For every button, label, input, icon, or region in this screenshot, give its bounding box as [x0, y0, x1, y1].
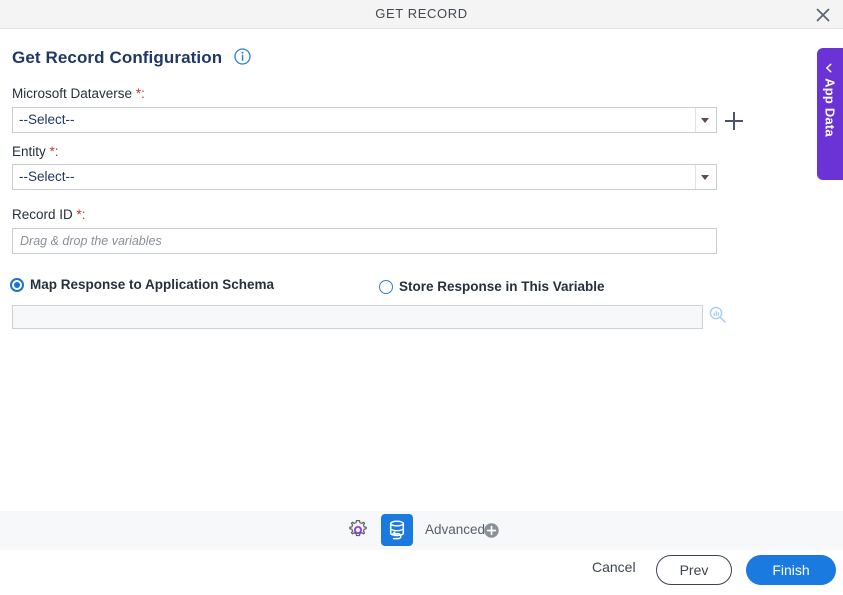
info-icon[interactable]	[234, 48, 251, 65]
store-response-radio[interactable]	[379, 280, 393, 294]
map-response-label[interactable]: Map Response to Application Schema	[30, 277, 274, 292]
dataverse-label: Microsoft Dataverse *:	[12, 86, 145, 101]
map-response-radio[interactable]	[10, 278, 24, 292]
app-data-tab[interactable]: App Data	[817, 48, 843, 180]
dataverse-required-marker: *:	[135, 86, 145, 101]
chevron-down-icon	[701, 118, 709, 123]
dataverse-label-text: Microsoft Dataverse	[12, 86, 133, 101]
close-icon[interactable]	[811, 3, 835, 27]
map-response-option[interactable]: Map Response to Application Schema	[10, 277, 310, 295]
entity-label: Entity *:	[12, 144, 59, 159]
bottom-toolbar	[0, 511, 843, 550]
record-id-required-marker: *:	[76, 207, 86, 222]
dialog-title: GET RECORD	[375, 6, 468, 21]
gear-icon[interactable]	[346, 518, 370, 542]
search-icon[interactable]	[709, 306, 727, 324]
prev-button[interactable]: Prev	[656, 555, 732, 585]
dialog-title-bar: GET RECORD	[0, 0, 843, 29]
schema-input[interactable]	[12, 305, 703, 329]
cancel-button[interactable]: Cancel	[592, 559, 636, 575]
entity-label-text: Entity	[12, 144, 46, 159]
finish-button[interactable]: Finish	[746, 555, 836, 585]
advanced-label[interactable]: Advanced	[425, 522, 485, 537]
app-data-tab-label: App Data	[822, 78, 838, 137]
entity-required-marker: *:	[49, 144, 59, 159]
record-id-label-text: Record ID	[12, 207, 73, 222]
entity-select-value: --Select--	[19, 169, 75, 184]
entity-select-divider	[695, 165, 696, 189]
record-id-input[interactable]: Drag & drop the variables	[12, 228, 717, 254]
entity-select[interactable]: --Select--	[12, 164, 717, 190]
dataverse-select-value: --Select--	[19, 112, 75, 127]
dataverse-select[interactable]: --Select--	[12, 107, 717, 133]
dataverse-select-divider	[695, 108, 696, 132]
add-dataverse-button[interactable]	[725, 112, 743, 130]
store-response-option[interactable]: Store Response in This Variable	[379, 279, 659, 297]
chevron-down-icon	[701, 175, 709, 180]
store-response-label[interactable]: Store Response in This Variable	[399, 279, 605, 294]
page-title-text: Get Record Configuration	[12, 48, 223, 67]
record-id-placeholder: Drag & drop the variables	[20, 234, 162, 248]
record-id-label: Record ID *:	[12, 207, 86, 222]
database-refresh-icon[interactable]	[381, 514, 413, 546]
plus-circle-icon[interactable]	[484, 523, 499, 538]
page-title: Get Record Configuration	[12, 48, 251, 68]
